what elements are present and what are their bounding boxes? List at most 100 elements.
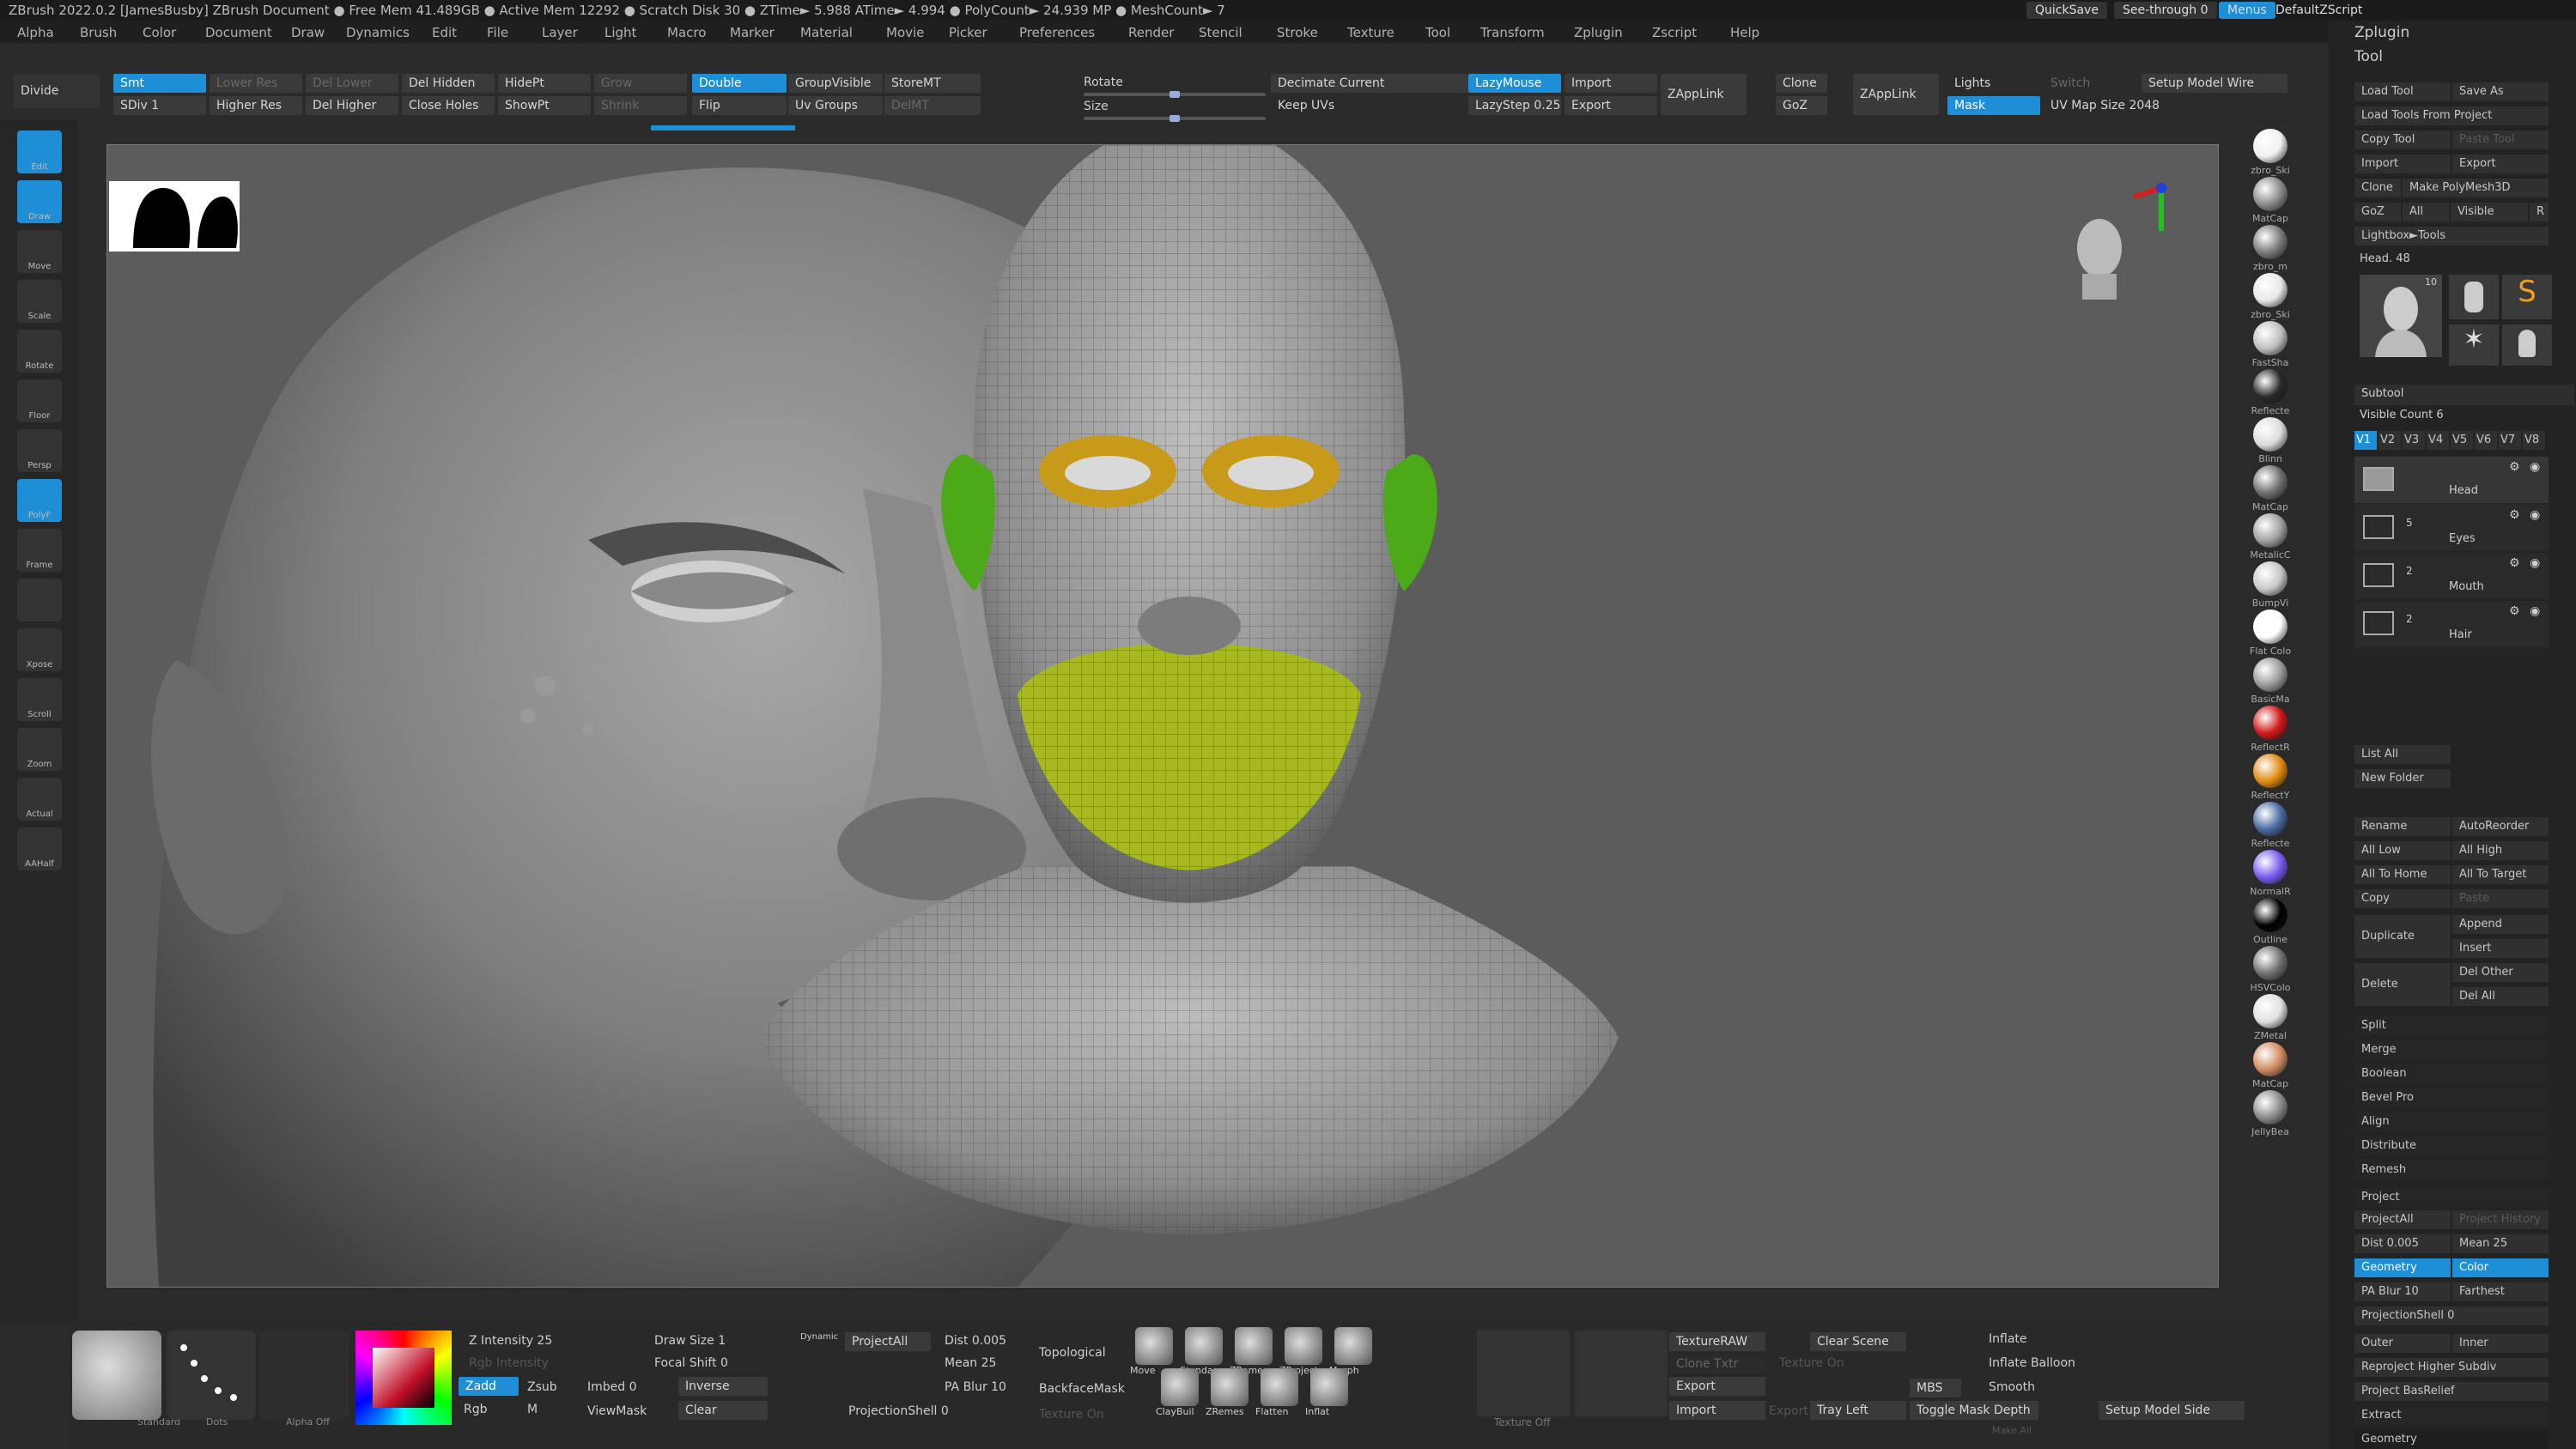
inflate-balloon-slider[interactable]: Inflate Balloon [1989, 1356, 2075, 1370]
menu-draw[interactable]: Draw [291, 25, 325, 40]
close-holes-button[interactable]: Close Holes [402, 96, 495, 115]
mean-panel-slider[interactable]: Mean 25 [2452, 1234, 2549, 1253]
append-button[interactable]: Append [2452, 915, 2549, 934]
color-picker[interactable] [355, 1331, 452, 1425]
copy-subtool-button[interactable]: Copy [2354, 889, 2451, 908]
subtool-version-v8[interactable]: V8 [2523, 431, 2545, 450]
draw-size-slider[interactable]: Draw Size 1 [654, 1334, 726, 1348]
setup-model-side-button[interactable]: Setup Model Side [2099, 1401, 2245, 1420]
menu-macro[interactable]: Macro [667, 25, 706, 40]
focal-shift-slider[interactable]: Focal Shift 0 [654, 1356, 728, 1370]
mean-slider[interactable]: Mean 25 [945, 1356, 996, 1370]
geometry-section[interactable]: Geometry [2354, 1430, 2549, 1449]
menu-help[interactable]: Help [1730, 25, 1759, 40]
decimate-current-button[interactable]: Decimate Current [1271, 74, 1468, 93]
quicksave-button[interactable]: QuickSave [2026, 2, 2107, 19]
paste-subtool-button[interactable]: Paste [2452, 889, 2549, 908]
clear-scene-button[interactable]: Clear Scene [1810, 1332, 1906, 1351]
mbs-button[interactable]: MBS [1910, 1379, 1961, 1397]
projectall-panel-button[interactable]: ProjectAll [2354, 1210, 2451, 1229]
insert-button[interactable]: Insert [2452, 939, 2549, 958]
menu-alpha[interactable]: Alpha [17, 25, 54, 40]
uv-map-size-slider[interactable]: UV Map Size 2048 [2044, 96, 2190, 115]
zapplink-button[interactable]: ZAppLink [1661, 74, 1747, 115]
new-folder-button[interactable]: New Folder [2354, 769, 2451, 788]
toggle-mask-depth-button[interactable]: Toggle Mask Depth [1910, 1401, 2038, 1420]
orientation-gizmo[interactable] [2133, 183, 2166, 231]
boolean-section[interactable]: Boolean [2354, 1064, 2549, 1083]
subtool-version-v1[interactable]: V1 [2354, 431, 2377, 450]
standard-brush-thumbnail[interactable] [72, 1331, 161, 1420]
tray-left-button[interactable]: Tray Left [1810, 1401, 1906, 1420]
lazystep-slider[interactable]: LazyStep 0.25 [1468, 96, 1561, 115]
list-all-button[interactable]: List All [2354, 745, 2451, 764]
project-basrelief-button[interactable]: Project BasRelief [2354, 1382, 2549, 1401]
left-tool-actual[interactable]: Actual [17, 778, 62, 821]
grow-button[interactable]: Grow [594, 74, 687, 93]
material-7[interactable]: MatCap [2252, 465, 2288, 512]
visible-count-slider[interactable]: Visible Count 6 [2360, 409, 2444, 421]
inverse-button[interactable]: Inverse [678, 1377, 768, 1396]
paste-tool-button[interactable]: Paste Tool [2452, 130, 2549, 149]
uv-groups-button[interactable]: Uv Groups [788, 96, 883, 115]
z-intensity-slider[interactable]: Z Intensity 25 [469, 1334, 552, 1348]
inner-toggle[interactable]: Inner [2452, 1334, 2549, 1353]
material-17[interactable]: HSVColo [2251, 946, 2290, 993]
rotate-slider[interactable] [1084, 91, 1266, 98]
topological-toggle[interactable]: Topological [1039, 1346, 1106, 1360]
project-history-button[interactable]: Project History [2452, 1210, 2549, 1229]
size-slider[interactable] [1084, 115, 1266, 122]
gear-icon[interactable]: ⚙ [2509, 460, 2520, 474]
left-tool-xpose[interactable]: Xpose [17, 628, 62, 671]
left-tool-persp[interactable]: Persp [17, 429, 62, 472]
lights-button[interactable]: Lights [1947, 74, 2040, 93]
goz-all-button[interactable]: All [2403, 203, 2449, 221]
subtool-head[interactable]: Head ⚙ ◉ [2354, 457, 2549, 503]
left-tool-floor[interactable]: Floor [17, 379, 62, 422]
material-12[interactable]: ReflectR [2251, 706, 2290, 753]
material-13[interactable]: ReflectY [2251, 754, 2289, 801]
head-tool-thumbnail[interactable] [2502, 324, 2552, 366]
mask-toggle[interactable]: Mask [1947, 96, 2040, 115]
brush-flatten-7[interactable]: Flatten [1255, 1368, 1298, 1417]
m-toggle[interactable]: M [527, 1403, 538, 1416]
goz-visible-button[interactable]: Visible [2451, 203, 2528, 221]
export-tool-button[interactable]: Export [2452, 155, 2549, 173]
menu-tool[interactable]: Tool [1425, 25, 1450, 40]
rgb-intensity-slider[interactable]: Rgb Intensity [469, 1356, 549, 1370]
setup-model-wire-button[interactable]: Setup Model Wire [2142, 74, 2287, 93]
clear-button[interactable]: Clear [678, 1401, 768, 1420]
menu-light[interactable]: Light [605, 25, 636, 40]
menu-picker[interactable]: Picker [949, 25, 987, 40]
left-tool-polyf[interactable]: PolyF [17, 479, 62, 522]
dist-slider[interactable]: Dist 0.005 [945, 1334, 1006, 1348]
material-14[interactable]: Reflecte [2251, 802, 2289, 849]
color-toggle[interactable]: Color [2452, 1258, 2549, 1277]
lower-res-button[interactable]: Lower Res [210, 74, 302, 93]
shrink-button[interactable]: Shrink [594, 96, 687, 115]
align-section[interactable]: Align [2354, 1113, 2549, 1131]
menu-color[interactable]: Color [143, 25, 176, 40]
import-button[interactable]: Import [1564, 74, 1657, 93]
hidept-button[interactable]: HidePt [498, 74, 591, 93]
left-tool-move[interactable]: Move [17, 230, 62, 273]
export-2-button[interactable]: Export [1769, 1404, 1808, 1418]
all-to-target-button[interactable]: All To Target [2452, 865, 2549, 884]
material-6[interactable]: Blinn [2253, 417, 2287, 464]
brush-zproject-3[interactable]: ZProject [1279, 1327, 1322, 1376]
menu-texture[interactable]: Texture [1347, 25, 1394, 40]
tool-header[interactable]: Tool [2354, 48, 2383, 65]
subtool-hair[interactable]: 2 Hair ⚙ ◉ [2354, 601, 2549, 647]
export-button[interactable]: Export [1564, 96, 1657, 115]
farthest-toggle[interactable]: Farthest [2452, 1282, 2549, 1301]
left-tool-edit[interactable]: Edit [17, 130, 62, 173]
merge-section[interactable]: Merge [2354, 1040, 2549, 1059]
menu-brush[interactable]: Brush [80, 25, 117, 40]
goz-button[interactable]: GoZ [1776, 96, 1827, 115]
subtool-version-v3[interactable]: V3 [2403, 431, 2425, 450]
eye-icon[interactable]: ◉ [2530, 460, 2540, 474]
menu-movie[interactable]: Movie [886, 25, 924, 40]
menu-zscript[interactable]: Zscript [1652, 25, 1697, 40]
navigation-head-icon[interactable] [2077, 219, 2122, 300]
flip-button[interactable]: Flip [692, 96, 787, 115]
